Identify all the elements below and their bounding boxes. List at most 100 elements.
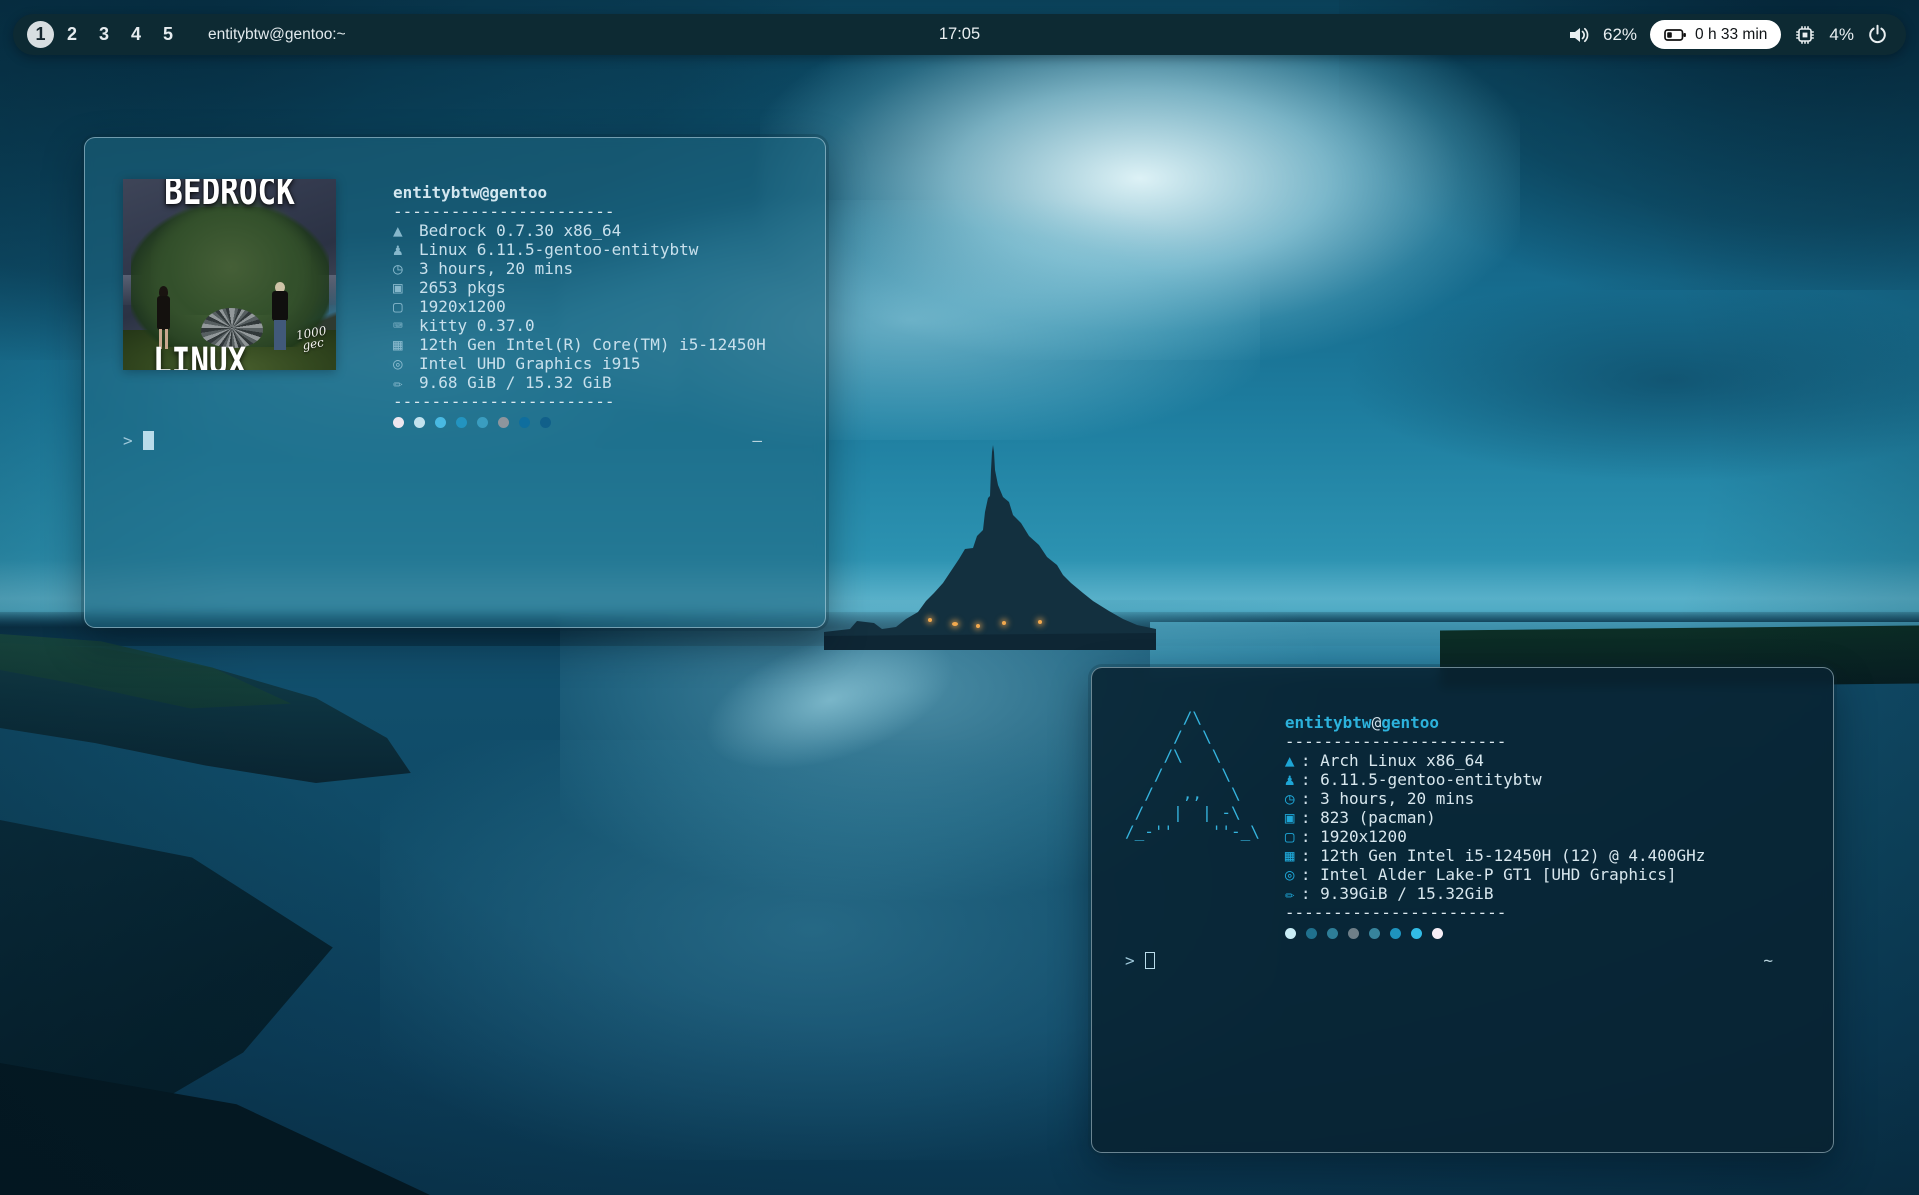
fastfetch-output: BEDROCK LINUX 1000 gec entitybtw@gentoo … — [123, 179, 787, 430]
fetch-separator: ----------------------- — [393, 202, 615, 221]
palette-dot — [1305, 928, 1317, 939]
fetch-value: Arch Linux x86_64 — [1320, 751, 1484, 770]
fetch-line: ▢: 1920x1200 — [1284, 827, 1407, 846]
fetch-separator: ----------------------- — [1284, 732, 1507, 751]
palette-dot — [519, 417, 530, 428]
fetch-line: ▣ 2653 pkgs — [393, 278, 766, 297]
fetch-line: ▦ 12th Gen Intel(R) Core(TM) i5-12450H — [393, 335, 766, 354]
fetch-line: ◎: Intel Alder Lake-P GT1 [UHD Graphics] — [1284, 865, 1677, 884]
workspace-switcher: 12345 — [13, 21, 184, 48]
fetch-value: 2653 pkgs — [419, 278, 506, 297]
terminal-window-arch[interactable]: /\ / \ /\ \ / \ / ,, \ / | | -\ /_-'' ''… — [1091, 667, 1834, 1153]
logo-credit: 1000 gec — [295, 323, 328, 353]
logo-person-right — [271, 282, 289, 352]
memory-icon: ✏ — [393, 373, 403, 392]
fetch-line: ♟: 6.11.5-gentoo-entitybtw — [1284, 770, 1542, 789]
right-prompt: ~ — [1763, 951, 1773, 970]
fetch-info-column: entitybtw@gentoo -----------------------… — [393, 183, 766, 430]
workspace-button-2[interactable]: 2 — [56, 24, 88, 45]
volume-level: 62% — [1603, 24, 1638, 44]
text-cursor — [142, 431, 154, 450]
volume-icon[interactable] — [1568, 26, 1590, 44]
fetch-line: ◷: 3 hours, 20 mins — [1284, 789, 1475, 808]
mountain-icon: ▲ — [393, 221, 403, 240]
fetch-line: ▢ 1920x1200 — [393, 297, 766, 316]
package-icon: ▣ — [393, 278, 403, 297]
fetch-line: ▦: 12th Gen Intel i5-12450H (12) @ 4.400… — [1284, 846, 1706, 865]
fetch-value: 3 hours, 20 mins — [1320, 789, 1475, 808]
workspace-button-3[interactable]: 3 — [88, 24, 120, 45]
fetch-line: ◎ Intel UHD Graphics i915 — [393, 354, 766, 373]
battery-pill[interactable]: 0 h 33 min — [1650, 20, 1782, 49]
palette-dot — [456, 417, 467, 428]
palette-dot — [1326, 928, 1338, 939]
fetch-value: Intel Alder Lake-P GT1 [UHD Graphics] — [1320, 865, 1677, 884]
logo-text-linux: LINUX — [153, 340, 247, 370]
cpu-icon: ▦ — [1284, 846, 1295, 865]
palette-dot — [435, 417, 446, 428]
penguin-icon: ♟ — [393, 240, 403, 259]
arch-linux-ascii-logo: /\ / \ /\ \ / \ / ,, \ / | | -\ /_-'' ''… — [1125, 708, 1260, 841]
palette-dot — [1410, 928, 1422, 939]
battery-icon — [1664, 28, 1686, 41]
display-icon: ▢ — [1284, 827, 1295, 846]
clock: 17:05 — [938, 25, 981, 43]
prompt-char: > — [1125, 951, 1135, 970]
prompt-char: > — [123, 431, 133, 450]
fetch-value: kitty 0.37.0 — [419, 316, 535, 335]
logo-text-bedrock: BEDROCK — [164, 179, 295, 214]
fetch-line: ▲: Arch Linux x86_64 — [1284, 751, 1484, 770]
cpu-icon: ▦ — [393, 335, 403, 354]
package-icon: ▣ — [1284, 808, 1295, 827]
color-palette-dots — [393, 415, 766, 430]
palette-dot — [1389, 928, 1401, 939]
fetch-line: ▣: 823 (pacman) — [1284, 808, 1436, 827]
fetch-line: ✏ 9.68 GiB / 15.32 GiB — [393, 373, 766, 392]
shell-prompt[interactable]: > ~ — [1125, 951, 1798, 970]
fetch-line: ♟ Linux 6.11.5-gentoo-entitybtw — [393, 240, 766, 259]
gpu-icon: ◎ — [1284, 865, 1295, 884]
fetch-value: 6.11.5-gentoo-entitybtw — [1320, 770, 1542, 789]
palette-dot — [477, 417, 488, 428]
focused-window-title: entitybtw@gentoo:~ — [208, 25, 346, 43]
fetch-title: entitybtw@gentoo — [393, 183, 548, 202]
shell-prompt[interactable]: > – — [123, 431, 787, 450]
fetch-value: 12th Gen Intel i5-12450H (12) @ 4.400GHz — [1320, 846, 1706, 865]
fetch-line: ✏: 9.39GiB / 15.32GiB — [1284, 884, 1494, 903]
fetch-value: 3 hours, 20 mins — [419, 259, 574, 278]
workspace-button-5[interactable]: 5 — [152, 24, 184, 45]
desktop: 12345 entitybtw@gentoo:~ 17:05 62% 0 h 3… — [0, 0, 1919, 1195]
fetch-value: Intel UHD Graphics i915 — [419, 354, 641, 373]
penguin-icon: ♟ — [1284, 770, 1295, 789]
power-icon[interactable] — [1867, 24, 1888, 45]
fastfetch-output: /\ / \ /\ \ / \ / ,, \ / | | -\ /_-'' ''… — [1125, 708, 1798, 941]
cpu-chip-icon[interactable] — [1794, 24, 1816, 46]
fetch-line: ▲ Bedrock 0.7.30 x86_64 — [393, 221, 766, 240]
fetch-line: ◷ 3 hours, 20 mins — [393, 259, 766, 278]
battery-time-remaining: 0 h 33 min — [1695, 25, 1768, 43]
fetch-value: Linux 6.11.5-gentoo-entitybtw — [419, 240, 699, 259]
palette-dot — [1368, 928, 1380, 939]
mountain-icon: ▲ — [1284, 751, 1295, 770]
fetch-separator: ----------------------- — [1284, 903, 1507, 922]
workspace-button-4[interactable]: 4 — [120, 24, 152, 45]
fetch-value: 823 (pacman) — [1320, 808, 1436, 827]
palette-dot — [540, 417, 551, 428]
terminal-icon: ⌨ — [393, 316, 403, 335]
palette-dot — [1284, 928, 1296, 939]
fetch-value: 9.68 GiB / 15.32 GiB — [419, 373, 612, 392]
palette-dot — [393, 417, 404, 428]
right-prompt: – — [752, 431, 762, 450]
bedrock-linux-logo-image: BEDROCK LINUX 1000 gec — [123, 179, 336, 370]
clock-icon: ◷ — [1284, 789, 1295, 808]
fetch-info-column: entitybtw@gentoo -----------------------… — [1284, 713, 1706, 941]
workspace-button-1[interactable]: 1 — [27, 21, 54, 48]
memory-icon: ✏ — [1284, 884, 1295, 903]
fetch-separator: ----------------------- — [393, 392, 615, 411]
palette-dot — [414, 417, 425, 428]
cpu-usage: 4% — [1829, 24, 1854, 44]
palette-dot — [498, 417, 509, 428]
text-cursor-unfocused — [1144, 952, 1155, 969]
fetch-line: ⌨ kitty 0.37.0 — [393, 316, 766, 335]
terminal-window-bedrock[interactable]: BEDROCK LINUX 1000 gec entitybtw@gentoo … — [84, 137, 826, 628]
